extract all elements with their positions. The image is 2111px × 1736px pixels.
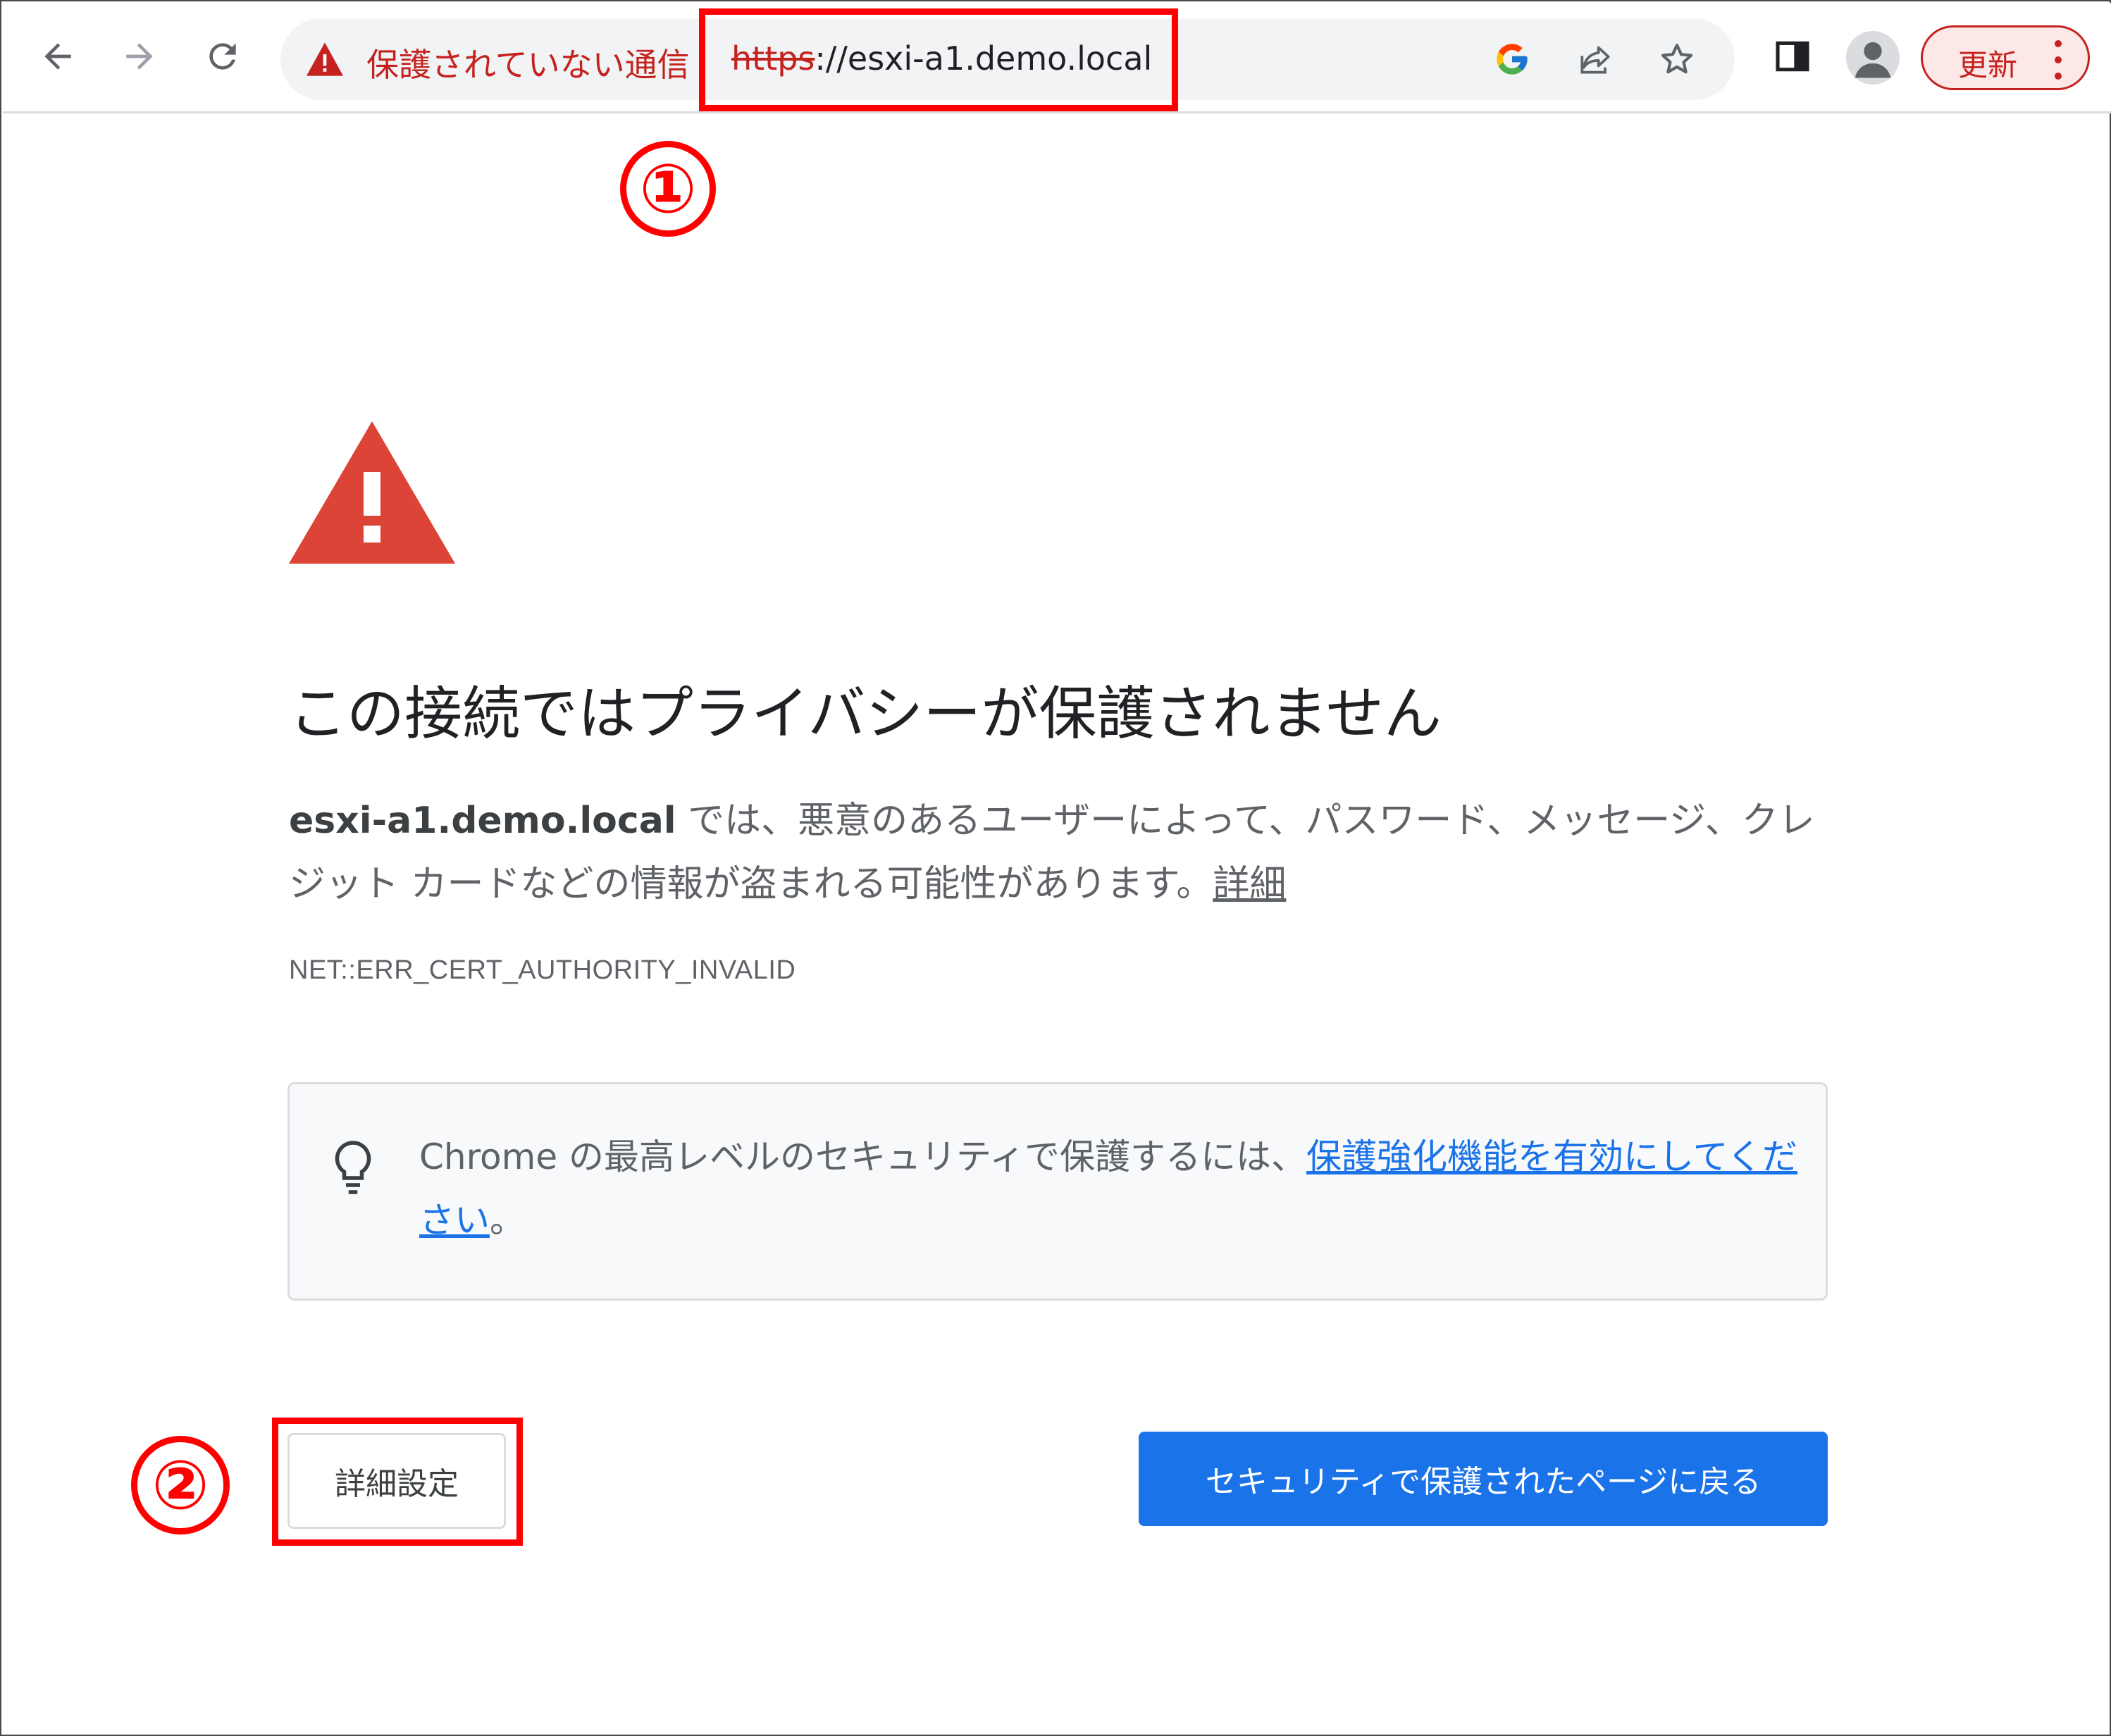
side-panel-button[interactable] <box>1767 31 1818 82</box>
learn-more-link[interactable]: 詳細 <box>1213 863 1286 905</box>
url-highlight-box <box>699 8 1178 111</box>
bookmark-star-button[interactable] <box>1653 35 1701 83</box>
update-label: 更新 <box>1958 48 2018 82</box>
reload-button[interactable] <box>193 27 252 86</box>
tip-suffix: 。 <box>490 1200 525 1241</box>
share-icon <box>1580 46 1610 74</box>
back-to-safety-button[interactable]: セキュリティで保護されたページに戻る <box>1139 1432 1828 1526</box>
enhanced-protection-tip: Chrome の最高レベルのセキュリティで保護するには、保護強化機能を有効にして… <box>287 1082 1828 1301</box>
lightbulb-icon <box>335 1141 371 1194</box>
profile-avatar-button[interactable] <box>1846 31 1900 85</box>
large-warning-icon <box>289 421 455 564</box>
warning-message: esxi-a1.demo.local では、悪意のあるユーザーによって、パスワー… <box>289 789 1825 916</box>
step-2-marker: ② <box>131 1436 230 1534</box>
error-code: NET::ERR_CERT_AUTHORITY_INVALID <box>289 955 796 985</box>
reload-icon <box>209 43 236 70</box>
side-panel-icon <box>1776 41 1809 72</box>
step-1-marker: ① <box>620 141 716 237</box>
forward-nav-button[interactable] <box>110 27 169 86</box>
arrow-right-icon <box>126 43 153 70</box>
security-status-chip[interactable]: 保護されていない通信 <box>366 39 690 86</box>
google-g-icon <box>1497 44 1528 75</box>
browser-window: 保護されていない通信 https://esxi-a1.demo.local 更新… <box>0 0 2111 1736</box>
share-button[interactable] <box>1571 35 1619 83</box>
page-title: この接続ではプライバシーが保護されません <box>289 681 1442 748</box>
details-highlight-box <box>272 1418 523 1546</box>
google-lens-button[interactable] <box>1488 35 1536 83</box>
star-outline-icon <box>1661 44 1693 74</box>
tip-prefix: Chrome の最高レベルのセキュリティで保護するには、 <box>419 1136 1307 1177</box>
arrow-left-icon <box>44 43 71 70</box>
kebab-menu-icon[interactable] <box>2054 40 2062 80</box>
person-icon <box>1855 42 1891 78</box>
back-nav-button[interactable] <box>28 27 87 86</box>
update-chrome-button[interactable]: 更新 <box>1921 25 2090 90</box>
tip-text: Chrome の最高レベルのセキュリティで保護するには、保護強化機能を有効にして… <box>419 1125 1800 1252</box>
host-name: esxi-a1.demo.local <box>289 800 676 842</box>
warning-icon <box>307 42 343 76</box>
